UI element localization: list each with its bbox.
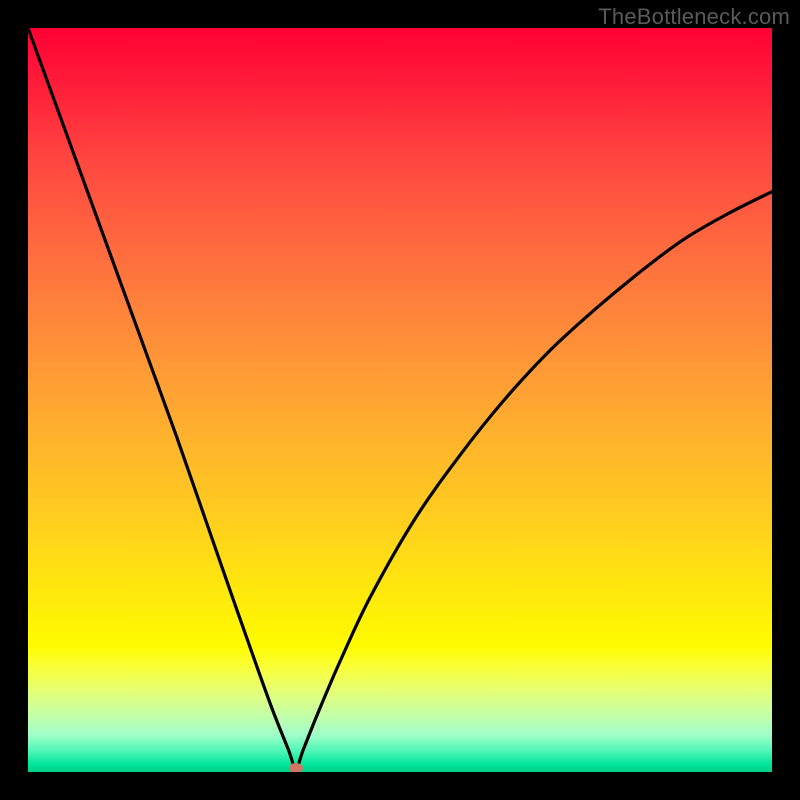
gradient-background: [28, 28, 772, 772]
watermark-text: TheBottleneck.com: [598, 4, 790, 30]
chart-container: TheBottleneck.com: [0, 0, 800, 800]
minimum-marker: [289, 763, 303, 772]
plot-area: [28, 28, 772, 772]
